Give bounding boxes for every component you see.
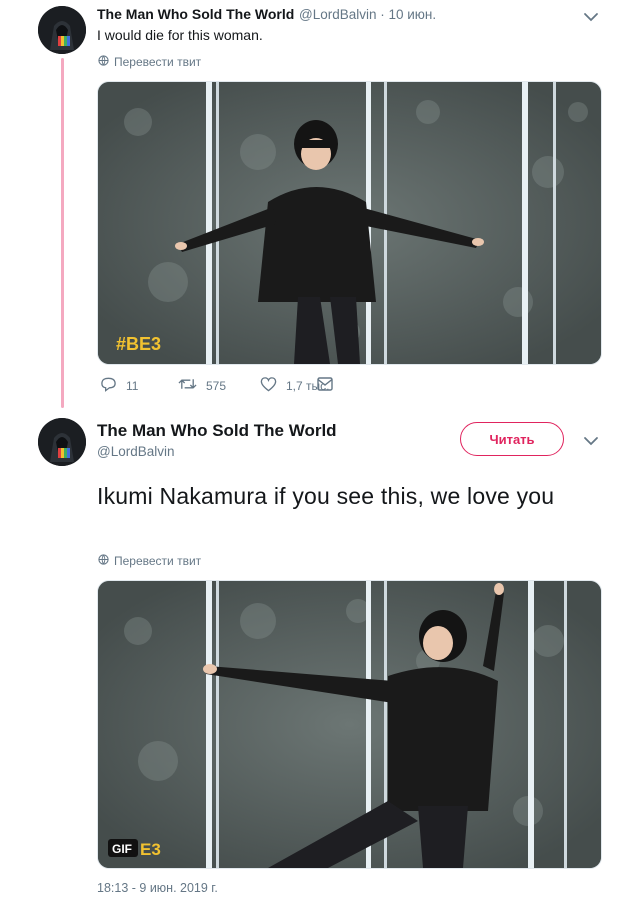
media-watermark: E3 [140, 840, 161, 859]
reply-count: 11 [126, 378, 139, 393]
tweet-timestamp[interactable]: 18:13 - 9 июн. 2019 г. [97, 881, 218, 895]
retweet-count: 575 [206, 378, 227, 393]
translate-link[interactable]: Перевести твит [98, 554, 201, 568]
media-image: GIF E3 [98, 581, 601, 868]
tweet-text: Ikumi Nakamura if you see this, we love … [97, 483, 555, 509]
author-handle[interactable]: @LordBalvin [97, 444, 175, 459]
retweet-icon[interactable] [178, 376, 197, 395]
tweet-media[interactable]: #BE3 [97, 81, 602, 365]
globe-icon [98, 55, 109, 69]
translate-label[interactable]: Перевести твит [114, 554, 201, 568]
translate-label[interactable]: Перевести твит [114, 55, 201, 69]
gif-badge: GIF [112, 842, 132, 856]
tweet-actions: 11 575 1,7 тыс. [100, 376, 333, 395]
tweet-date[interactable]: · 10 июн. [377, 7, 436, 22]
chevron-down-icon[interactable] [583, 9, 599, 25]
message-icon[interactable] [317, 377, 333, 394]
author-name[interactable]: The Man Who Sold The World [97, 421, 337, 441]
tweet-media[interactable]: GIF E3 [97, 580, 602, 869]
tweet-text: I would die for this woman. [97, 27, 263, 43]
follow-button[interactable]: Читать [460, 422, 564, 456]
translate-link[interactable]: Перевести твит [98, 55, 201, 69]
avatar[interactable] [38, 418, 86, 466]
avatar[interactable] [38, 6, 86, 54]
thread-line [61, 58, 64, 408]
reply-icon[interactable] [100, 376, 117, 395]
chevron-down-icon[interactable] [583, 433, 599, 449]
reply-action[interactable]: 11 [100, 376, 178, 395]
author-handle-date[interactable]: @LordBalvin · 10 июн. [299, 7, 436, 22]
media-image: #BE3 [98, 82, 601, 364]
author-name[interactable]: The Man Who Sold The World [97, 6, 294, 22]
globe-icon [98, 554, 109, 568]
svg-text:#BE3: #BE3 [116, 334, 161, 354]
author-handle[interactable]: @LordBalvin [299, 7, 377, 22]
like-icon[interactable] [260, 376, 277, 395]
retweet-action[interactable]: 575 [178, 376, 260, 395]
message-action[interactable] [317, 377, 333, 394]
